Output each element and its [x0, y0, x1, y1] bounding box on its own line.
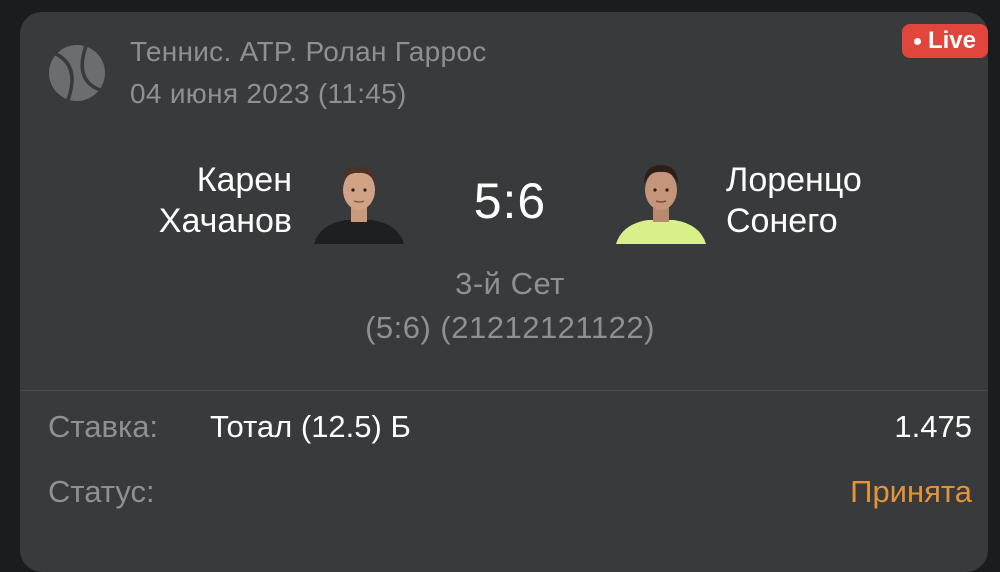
player-right-name: Лоренцо Сонего — [726, 160, 862, 242]
bet-odds: 1.475 — [894, 409, 972, 444]
league-title: Теннис. ATP. Ролан Гаррос — [130, 36, 487, 67]
tennis-ball-icon — [49, 45, 105, 101]
status-value: Принята — [850, 474, 972, 509]
match-score: 5:6 — [473, 173, 547, 229]
live-badge: Live — [901, 24, 988, 58]
live-dot-icon — [913, 37, 921, 45]
current-set-label: 3-й Сет — [455, 266, 565, 301]
bet-value: Тотал (12.5) Б — [210, 409, 411, 444]
bet-label: Ставка: — [48, 409, 159, 444]
player-right-avatar — [616, 165, 706, 244]
divider — [20, 390, 988, 391]
player-left-first-name: Карен — [196, 161, 292, 199]
player-left-name: Карен Хачанов — [159, 160, 292, 242]
set-games-detail: (5:6) (21212121122) — [365, 310, 655, 345]
match-datetime: 04 июня 2023 (11:45) — [130, 78, 407, 109]
player-left-avatar — [314, 166, 404, 244]
status-label: Статус: — [48, 474, 155, 509]
player-right-first-name: Лоренцо — [726, 161, 862, 199]
player-left-last-name: Хачанов — [158, 202, 292, 240]
live-label: Live — [927, 27, 976, 54]
player-right-last-name: Сонего — [726, 202, 838, 240]
bet-card[interactable]: Теннис. ATP. Ролан Гаррос 04 июня 2023 (… — [20, 12, 988, 572]
